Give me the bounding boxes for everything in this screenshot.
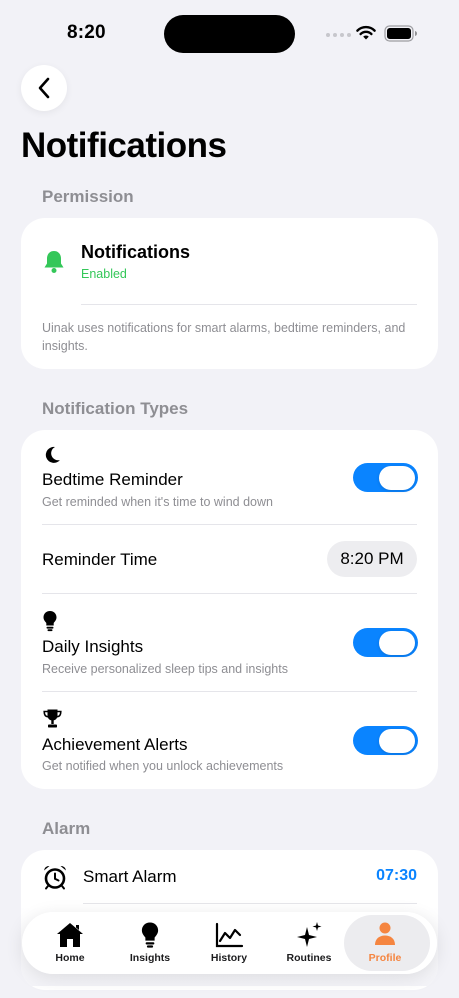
tab-label: Routines [286,952,332,964]
divider [42,593,417,594]
lightbulb-icon [141,922,159,948]
tab-bar: Home Insights History Routines Profile [22,912,437,974]
wifi-icon [356,25,376,40]
permission-status: Enabled [81,267,127,281]
achievement-alerts-title: Achievement Alerts [42,735,188,754]
alarm-clock-icon [44,865,66,890]
daily-insights-subtitle: Receive personalized sleep tips and insi… [42,662,288,676]
dynamic-island [164,15,295,53]
smart-alarm-title: Smart Alarm [83,867,177,886]
lightbulb-icon [43,611,57,632]
achievement-alerts-toggle[interactable] [353,726,418,755]
achievement-alerts-subtitle: Get notified when you unlock achievement… [42,759,284,773]
tab-label: Profile [368,952,402,964]
chevron-left-icon [38,77,50,99]
tab-insights[interactable]: Insights [109,912,191,974]
page-title: Notifications [21,126,227,165]
moon-icon [45,446,60,463]
chart-icon [215,922,244,948]
cellular-signal-icon [326,33,351,37]
bell-icon [44,251,64,273]
daily-insights-title: Daily Insights [42,637,144,656]
tab-label: Home [55,952,85,964]
smart-alarm-time[interactable]: 07:30 [376,867,417,885]
trophy-icon [43,709,62,728]
tab-label: Insights [129,952,171,964]
divider [83,903,417,904]
permission-card: Notifications Enabled Uinak uses notific… [21,218,438,369]
tab-home[interactable]: Home [29,912,111,974]
status-time: 8:20 [67,22,106,43]
sparkles-icon [297,922,322,947]
tab-label: History [210,952,248,964]
section-title-permission: Permission [42,187,134,206]
toggle-knob [379,630,415,655]
tab-profile[interactable]: Profile [344,912,430,974]
battery-icon [384,25,417,42]
permission-title: Notifications [81,242,191,262]
reminder-time-label: Reminder Time [42,550,158,569]
back-button[interactable] [21,65,67,111]
person-icon [375,922,395,945]
bedtime-reminder-subtitle: Get reminded when it's time to wind down [42,495,273,509]
section-title-notification-types: Notification Types [42,399,189,418]
status-bar: 8:20 [0,0,459,70]
divider [42,524,417,525]
tab-history[interactable]: History [188,912,270,974]
toggle-knob [379,465,415,490]
bedtime-reminder-toggle[interactable] [353,463,418,492]
tab-routines[interactable]: Routines [268,912,350,974]
house-icon [57,923,83,947]
toggle-knob [379,728,415,753]
notification-types-card: Bedtime Reminder Get reminded when it's … [21,430,438,789]
bedtime-reminder-title: Bedtime Reminder [42,470,183,489]
daily-insights-toggle[interactable] [353,628,418,657]
divider [42,691,417,692]
divider [81,304,417,305]
reminder-time-picker[interactable]: 8:20 PM [327,541,417,577]
section-title-alarm: Alarm [42,819,91,838]
permission-description: Uinak uses notifications for smart alarm… [42,321,406,353]
